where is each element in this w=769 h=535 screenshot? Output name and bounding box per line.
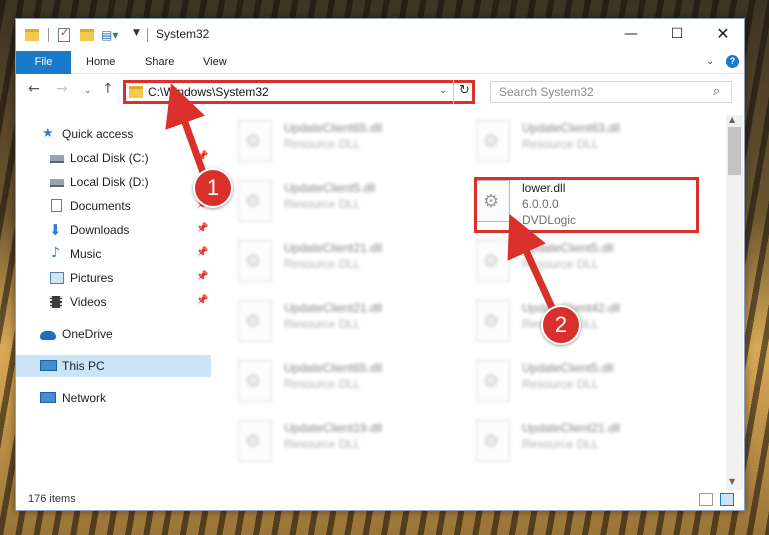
- step-2-badge: 2: [541, 305, 581, 345]
- step-1-arrow: [165, 83, 209, 180]
- annotation-arrows: [165, 83, 558, 314]
- step-1-badge: 1: [193, 168, 233, 208]
- step-2-arrow: [507, 213, 558, 314]
